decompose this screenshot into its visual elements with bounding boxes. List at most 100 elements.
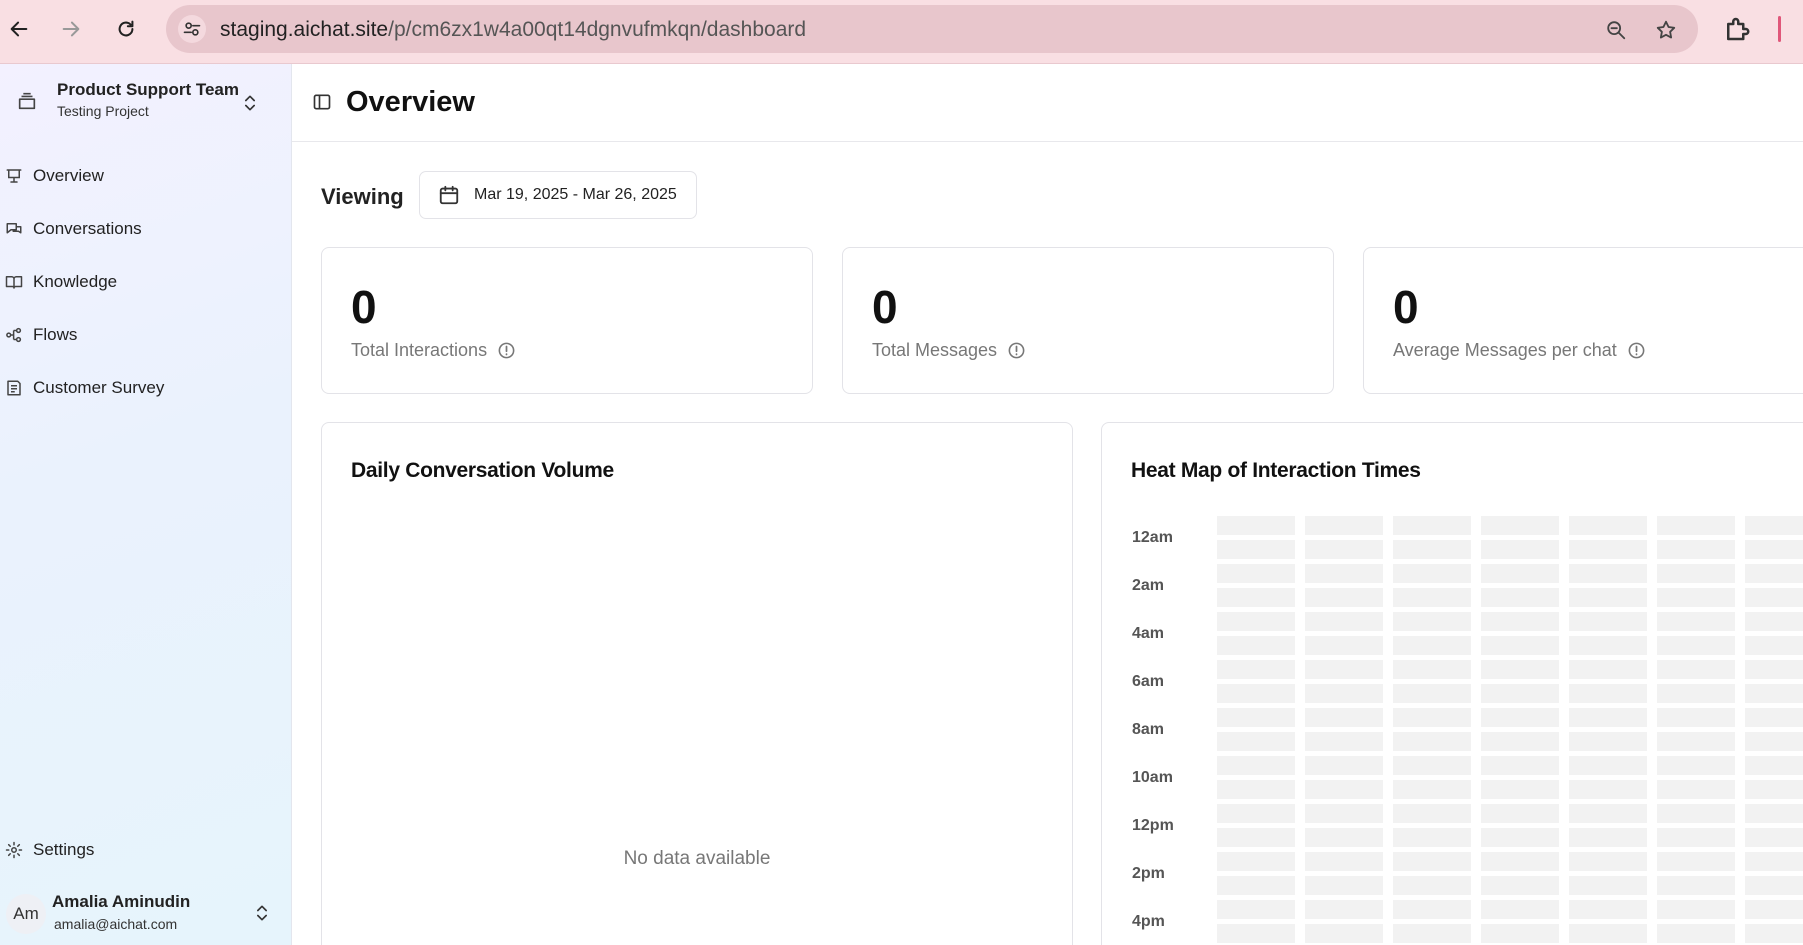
- book-icon: [4, 272, 24, 292]
- sidebar-item-settings[interactable]: Settings: [0, 830, 280, 870]
- heatmap-cell: [1481, 708, 1559, 727]
- arrow-right-icon: [62, 21, 80, 37]
- zoom-icon[interactable]: [1603, 17, 1629, 43]
- url-text[interactable]: staging.aichat.site/p/cm6zx1w4a00qt14dgn…: [220, 18, 806, 42]
- flow-icon: [4, 325, 24, 345]
- date-range-picker[interactable]: Mar 19, 2025 - Mar 26, 2025: [419, 171, 697, 219]
- heatmap-cell: [1393, 708, 1471, 727]
- forward-button[interactable]: [55, 13, 87, 45]
- sidebar-item-knowledge[interactable]: Knowledge: [0, 262, 280, 302]
- chat-icon: [4, 219, 24, 239]
- heatmap-cell: [1745, 900, 1803, 919]
- heatmap-cell: [1393, 804, 1471, 823]
- stat-label-text: Total Messages: [872, 340, 998, 360]
- heatmap-cell: [1305, 684, 1383, 703]
- sidebar-toggle-icon[interactable]: [312, 92, 332, 112]
- heatmap-cell: [1481, 828, 1559, 847]
- heatmap-hour-label: 8am: [1132, 721, 1165, 738]
- sidebar-item-overview[interactable]: Overview: [0, 156, 280, 196]
- heatmap-cell: [1657, 708, 1735, 727]
- heatmap-cell: [1393, 564, 1471, 583]
- sidebar-item-flows[interactable]: Flows: [0, 315, 280, 355]
- heatmap-cell: [1393, 900, 1471, 919]
- heatmap-cell: [1569, 732, 1647, 751]
- stat-label-text: Total Interactions: [351, 340, 488, 360]
- heatmap-cell: [1481, 612, 1559, 631]
- stat-card-total-interactions: 0 Total Interactions: [321, 247, 813, 394]
- heatmap-cell: [1305, 588, 1383, 607]
- heatmap-cell: [1217, 804, 1295, 823]
- heatmap-cell: [1481, 900, 1559, 919]
- site-settings-icon[interactable]: [178, 15, 206, 43]
- info-icon[interactable]: [1007, 341, 1026, 360]
- survey-icon: [4, 378, 24, 398]
- sidebar-item-customer-survey[interactable]: Customer Survey: [0, 368, 280, 408]
- heatmap-cell: [1217, 540, 1295, 559]
- heatmap-hour-label: 4am: [1132, 625, 1165, 642]
- heatmap-cell: [1657, 852, 1735, 871]
- heatmap-cell: [1217, 588, 1295, 607]
- bookmark-star-icon[interactable]: [1653, 17, 1679, 43]
- heatmap-cell: [1217, 612, 1295, 631]
- heatmap-cell: [1481, 756, 1559, 775]
- heatmap-cell: [1745, 660, 1803, 679]
- team-switcher[interactable]: Product Support Team Testing Project: [10, 78, 282, 128]
- heatmap-cell: [1569, 924, 1647, 943]
- heatmap-cell: [1569, 756, 1647, 775]
- heatmap-cell: [1569, 828, 1647, 847]
- heatmap-cell: [1217, 828, 1295, 847]
- heatmap-cell: [1217, 876, 1295, 895]
- sidebar-item-conversations[interactable]: Conversations: [0, 209, 280, 249]
- heatmap-cell: [1745, 732, 1803, 751]
- heatmap-cell: [1393, 684, 1471, 703]
- heatmap-cell: [1745, 540, 1803, 559]
- heatmap-cell: [1393, 780, 1471, 799]
- stat-label: Total Interactions: [351, 340, 516, 361]
- url-host: staging.aichat.site: [220, 18, 389, 41]
- info-icon[interactable]: [497, 341, 516, 360]
- sidebar-item-label: Customer Survey: [33, 378, 165, 397]
- heatmap-cell: [1393, 636, 1471, 655]
- info-icon[interactable]: [1627, 341, 1646, 360]
- heatmap-cell: [1393, 876, 1471, 895]
- heatmap-cell: [1657, 660, 1735, 679]
- heatmap-cell: [1393, 588, 1471, 607]
- heatmap-cell: [1745, 876, 1803, 895]
- daily-volume-title: Daily Conversation Volume: [351, 459, 614, 482]
- browser-toolbar: staging.aichat.site/p/cm6zx1w4a00qt14dgn…: [0, 0, 1803, 64]
- daily-volume-panel: Daily Conversation Volume No data availa…: [321, 422, 1073, 945]
- heatmap-panel: Heat Map of Interaction Times 12am 2am 4am…: [1101, 422, 1803, 945]
- extensions-icon[interactable]: [1722, 14, 1752, 44]
- heatmap-cell: [1569, 804, 1647, 823]
- heatmap-cell: [1481, 540, 1559, 559]
- heatmap-cell: [1745, 564, 1803, 583]
- heatmap-cell: [1569, 876, 1647, 895]
- heatmap-cell: [1745, 588, 1803, 607]
- heatmap-cell: [1393, 828, 1471, 847]
- heatmap-cell: [1305, 660, 1383, 679]
- address-bar[interactable]: staging.aichat.site/p/cm6zx1w4a00qt14dgn…: [166, 5, 1698, 53]
- heatmap-cell: [1657, 588, 1735, 607]
- heatmap-cell: [1305, 852, 1383, 871]
- stat-value: 0: [351, 281, 377, 333]
- heatmap-cell: [1481, 684, 1559, 703]
- heatmap-cell: [1569, 612, 1647, 631]
- reload-button[interactable]: [110, 13, 142, 45]
- heatmap-cell: [1481, 516, 1559, 535]
- back-button[interactable]: [3, 13, 35, 45]
- heatmap-hour-label: 2pm: [1132, 865, 1165, 882]
- heatmap-cell: [1217, 900, 1295, 919]
- stat-label-text: Average Messages per chat: [1393, 340, 1617, 360]
- heatmap-cell: [1657, 636, 1735, 655]
- heatmap-cell: [1569, 516, 1647, 535]
- heatmap-cell: [1481, 804, 1559, 823]
- heatmap-cell: [1481, 564, 1559, 583]
- heatmap-cell: [1745, 852, 1803, 871]
- heatmap-cell: [1305, 828, 1383, 847]
- heatmap-cell: [1745, 828, 1803, 847]
- date-range-text: Mar 19, 2025 - Mar 26, 2025: [474, 186, 677, 203]
- team-name: Product Support Team: [57, 80, 239, 99]
- heatmap-cell: [1481, 636, 1559, 655]
- user-menu[interactable]: Am Amalia Aminudin amalia@aichat.com: [4, 890, 288, 940]
- heatmap-cell: [1217, 732, 1295, 751]
